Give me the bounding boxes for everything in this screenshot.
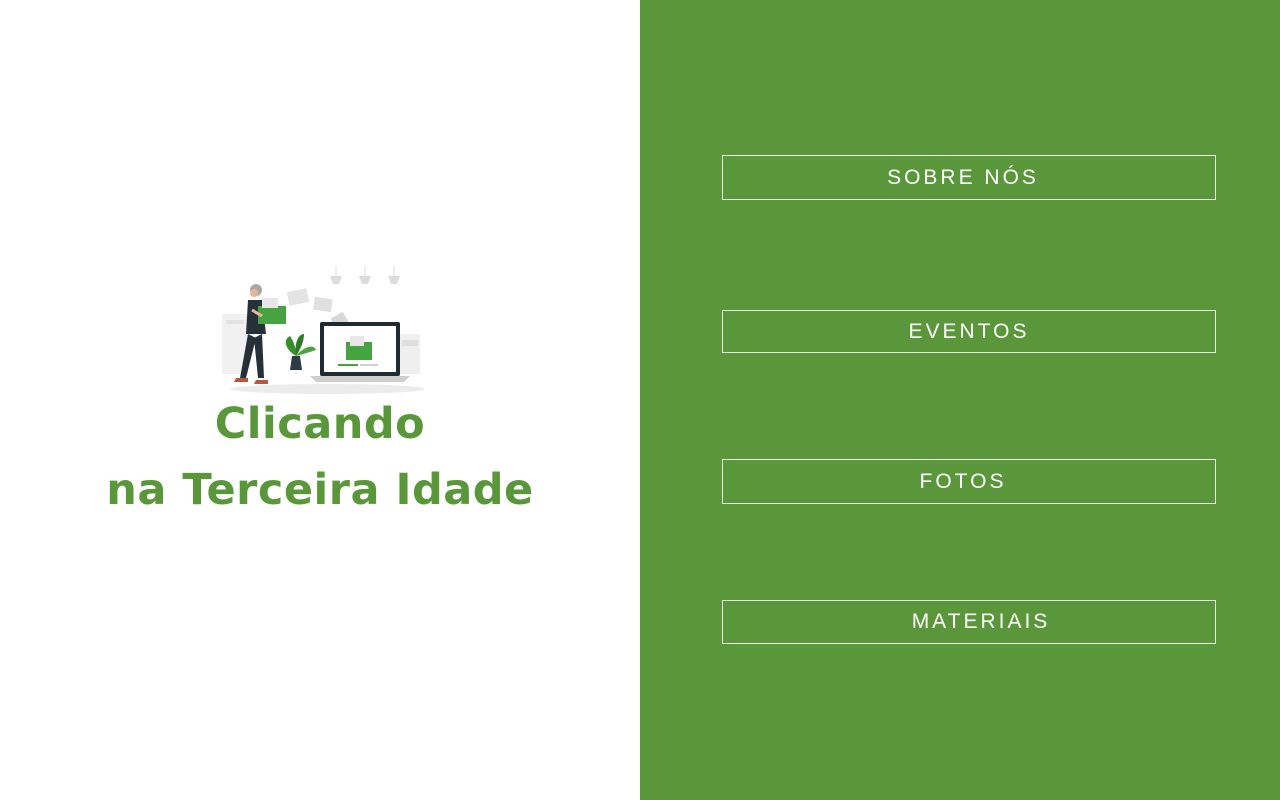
page: Clicando na Terceira Idade SOBRE NÓS EVE… bbox=[0, 0, 1280, 800]
nav-button-sobre-nos[interactable]: SOBRE NÓS bbox=[722, 155, 1216, 200]
nav-button-label: EVENTOS bbox=[908, 319, 1030, 343]
hero-panel: Clicando na Terceira Idade bbox=[0, 0, 640, 800]
nav-button-materiais[interactable]: MATERIAIS bbox=[722, 600, 1216, 644]
site-title-line-2: na Terceira Idade bbox=[106, 465, 534, 515]
nav-button-fotos[interactable]: FOTOS bbox=[722, 459, 1216, 504]
person-uploading-files-illustration bbox=[222, 266, 424, 394]
nav-button-label: FOTOS bbox=[919, 469, 1007, 493]
nav-button-label: MATERIAIS bbox=[911, 610, 1051, 633]
nav-button-eventos[interactable]: EVENTOS bbox=[722, 310, 1216, 353]
navigation-panel: SOBRE NÓS EVENTOS FOTOS MATERIAIS bbox=[640, 0, 1280, 800]
site-title-line-1: Clicando bbox=[214, 399, 426, 449]
nav-button-label: SOBRE NÓS bbox=[887, 165, 1039, 189]
